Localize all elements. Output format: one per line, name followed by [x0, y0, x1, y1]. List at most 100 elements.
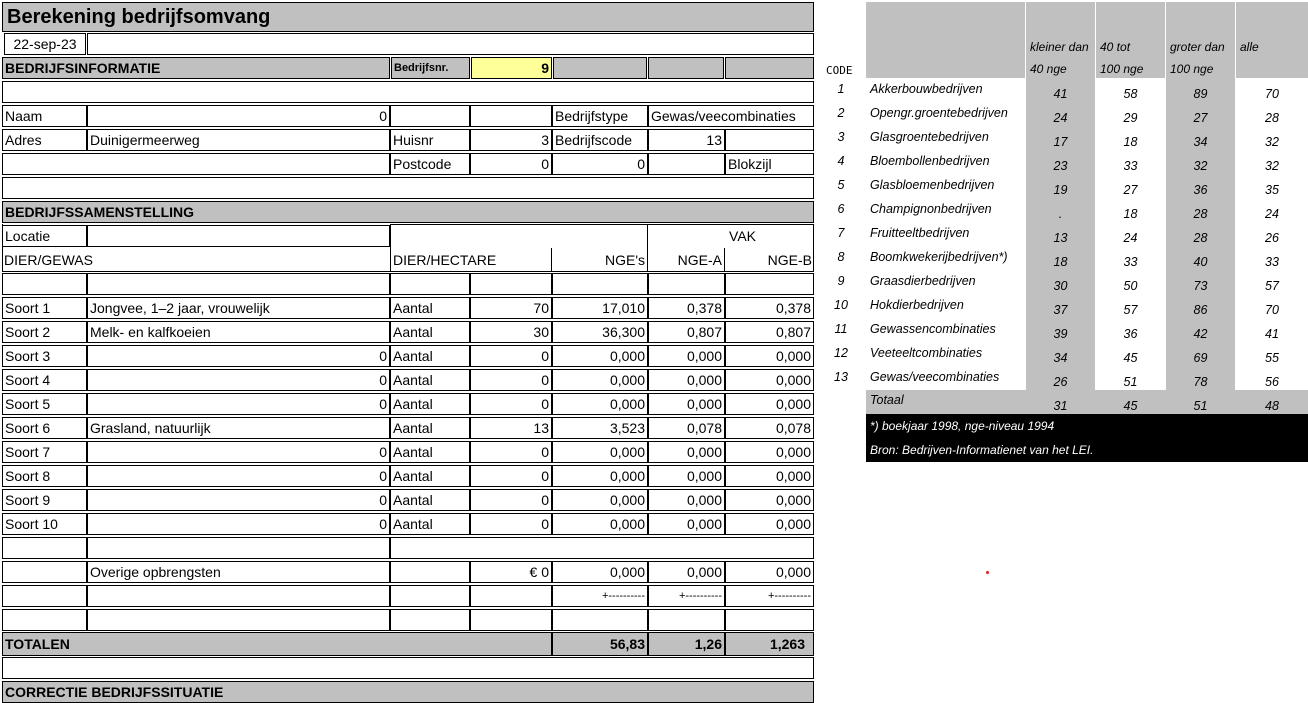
overige-nge[interactable]: 0,000 — [552, 561, 648, 583]
soort-row-5-qty[interactable]: 0 — [470, 393, 552, 415]
header-gray-cell[interactable] — [725, 57, 814, 79]
soort-row-3-nge[interactable]: 0,000 — [552, 345, 648, 367]
soort-row-8-unit[interactable]: Aantal — [390, 465, 470, 487]
soort-row-4-unit[interactable]: Aantal — [390, 369, 470, 391]
soort-row-7-qty[interactable]: 0 — [470, 441, 552, 463]
blank-row[interactable] — [470, 273, 552, 295]
soort-row-10-name[interactable]: 0 — [87, 513, 390, 535]
soort-row-8-label[interactable]: Soort 8 — [2, 465, 87, 487]
soort-row-4-label[interactable]: Soort 4 — [2, 369, 87, 391]
huisnr-label[interactable]: Huisnr — [390, 129, 470, 151]
soort-row-2-a[interactable]: 0,807 — [648, 321, 725, 343]
postcode-value[interactable]: 0 — [470, 153, 552, 175]
sum-line-nge-a[interactable]: +---------- — [648, 585, 725, 607]
date-cell[interactable]: 22-sep-23 — [4, 33, 86, 55]
soort-row-6-a[interactable]: 0,078 — [648, 417, 725, 439]
soort-row-6-b[interactable]: 0,078 — [725, 417, 814, 439]
empty-cell[interactable] — [725, 129, 814, 151]
soort-row-9-a[interactable]: 0,000 — [648, 489, 725, 511]
blank-row[interactable] — [390, 273, 470, 295]
bedrijfstype-value[interactable]: Gewas/veecombinaties — [648, 105, 814, 127]
soort-row-6-qty[interactable]: 13 — [470, 417, 552, 439]
soort-row-3-label[interactable]: Soort 3 — [2, 345, 87, 367]
soort-row-3-a[interactable]: 0,000 — [648, 345, 725, 367]
soort-row-6-unit[interactable]: Aantal — [390, 417, 470, 439]
blank-row[interactable] — [552, 273, 648, 295]
soort-row-5-b[interactable]: 0,000 — [725, 393, 814, 415]
soort-row-5-name[interactable]: 0 — [87, 393, 390, 415]
empty-cell[interactable] — [648, 153, 725, 175]
soort-row-3-b[interactable]: 0,000 — [725, 345, 814, 367]
totalen-nge-b[interactable]: 1,263 — [725, 632, 814, 656]
soort-row-9-b[interactable]: 0,000 — [725, 489, 814, 511]
empty-cell[interactable] — [390, 561, 470, 583]
empty-cell[interactable] — [87, 609, 390, 631]
plaats-value[interactable]: Blokzijl — [725, 153, 814, 175]
date-row-empty-cell[interactable] — [87, 33, 814, 55]
soort-row-8-b[interactable]: 0,000 — [725, 465, 814, 487]
soort-row-5-unit[interactable]: Aantal — [390, 393, 470, 415]
soort-row-2-b[interactable]: 0,807 — [725, 321, 814, 343]
soort-row-7-label[interactable]: Soort 7 — [2, 441, 87, 463]
soort-row-10-nge[interactable]: 0,000 — [552, 513, 648, 535]
soort-row-10-b[interactable]: 0,000 — [725, 513, 814, 535]
postcode-value-2[interactable]: 0 — [552, 153, 648, 175]
soort-row-4-nge[interactable]: 0,000 — [552, 369, 648, 391]
soort-row-3-unit[interactable]: Aantal — [390, 345, 470, 367]
empty-cell[interactable] — [2, 609, 87, 631]
overige-nge-b[interactable]: 0,000 — [725, 561, 814, 583]
soort-row-10-qty[interactable]: 0 — [470, 513, 552, 535]
soort-row-1-unit[interactable]: Aantal — [390, 297, 470, 319]
soort-row-7-name[interactable]: 0 — [87, 441, 390, 463]
totalen-label[interactable]: TOTALEN — [2, 632, 552, 656]
section-header-bedrijfssamenstelling[interactable]: BEDRIJFSSAMENSTELLING — [2, 201, 814, 223]
soort-row-7-b[interactable]: 0,000 — [725, 441, 814, 463]
soort-row-1-b[interactable]: 0,378 — [725, 297, 814, 319]
blank-row[interactable] — [390, 537, 814, 559]
soort-row-3-name[interactable]: 0 — [87, 345, 390, 367]
header-gray-cell[interactable] — [648, 57, 724, 79]
overige-value[interactable]: € 0 — [470, 561, 552, 583]
bedrijfsnr-label[interactable]: Bedrijfsnr. — [391, 57, 470, 79]
soort-row-3-qty[interactable]: 0 — [470, 345, 552, 367]
soort-row-7-unit[interactable]: Aantal — [390, 441, 470, 463]
empty-cell[interactable] — [2, 585, 87, 607]
blank-row[interactable] — [2, 537, 87, 559]
blank-row[interactable] — [87, 537, 390, 559]
empty-cell[interactable] — [87, 585, 390, 607]
empty-cell[interactable] — [470, 609, 552, 631]
empty-cell[interactable] — [470, 585, 552, 607]
empty-cell[interactable] — [390, 585, 470, 607]
sum-line-nge[interactable]: +---------- — [552, 585, 648, 607]
empty-cell[interactable] — [552, 609, 648, 631]
locatie-label[interactable]: Locatie — [2, 225, 87, 247]
adres-value[interactable]: Duinigermeerweg — [87, 129, 390, 151]
soort-row-8-qty[interactable]: 0 — [470, 465, 552, 487]
empty-cell[interactable] — [2, 153, 390, 175]
soort-row-9-label[interactable]: Soort 9 — [2, 489, 87, 511]
blank-row[interactable] — [2, 177, 814, 199]
header-gray-cell[interactable] — [553, 57, 647, 79]
blank-row[interactable] — [2, 657, 814, 679]
overige-nge-a[interactable]: 0,000 — [648, 561, 725, 583]
empty-cell[interactable] — [725, 609, 814, 631]
soort-row-1-qty[interactable]: 70 — [470, 297, 552, 319]
empty-cell[interactable] — [2, 561, 87, 583]
bedrijfscode-label[interactable]: Bedrijfscode — [552, 129, 648, 151]
soort-row-4-b[interactable]: 0,000 — [725, 369, 814, 391]
soort-row-2-name[interactable]: Melk- en kalfkoeien — [87, 321, 390, 343]
huisnr-value[interactable]: 3 — [470, 129, 552, 151]
soort-row-1-nge[interactable]: 17,010 — [552, 297, 648, 319]
soort-row-5-nge[interactable]: 0,000 — [552, 393, 648, 415]
bedrijfscode-value[interactable]: 13 — [648, 129, 725, 151]
soort-row-8-a[interactable]: 0,000 — [648, 465, 725, 487]
bedrijfstype-label[interactable]: Bedrijfstype — [552, 105, 648, 127]
soort-row-9-qty[interactable]: 0 — [470, 489, 552, 511]
blank-row[interactable] — [2, 273, 87, 295]
naam-label[interactable]: Naam — [2, 105, 87, 127]
overige-label[interactable]: Overige opbrengsten — [87, 561, 390, 583]
adres-label[interactable]: Adres — [2, 129, 87, 151]
soort-row-6-label[interactable]: Soort 6 — [2, 417, 87, 439]
soort-row-9-nge[interactable]: 0,000 — [552, 489, 648, 511]
locatie-input[interactable] — [87, 225, 390, 247]
